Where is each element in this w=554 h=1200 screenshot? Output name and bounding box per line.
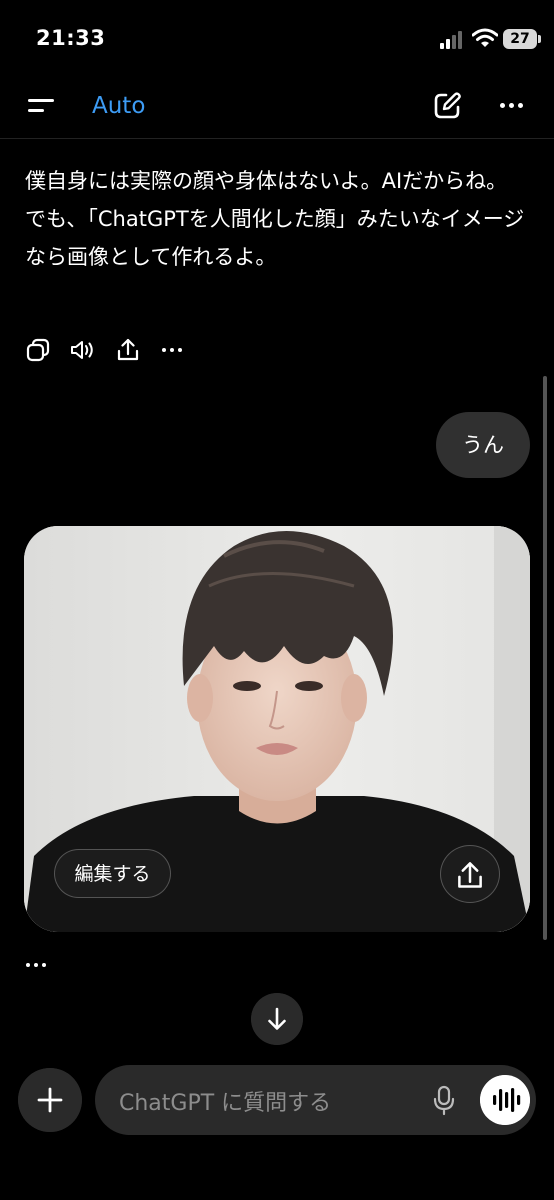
- battery-nub: [538, 35, 541, 43]
- read-aloud-icon[interactable]: [69, 337, 95, 363]
- cellular-signal-icon: [440, 31, 464, 49]
- plus-icon[interactable]: [18, 1068, 82, 1132]
- model-selector[interactable]: Auto: [92, 93, 145, 119]
- header-divider: [0, 138, 554, 139]
- more-horizontal-icon[interactable]: [498, 103, 528, 111]
- assistant-message-line: 僕自身には実際の顔や身体はないよ。AIだからね。: [25, 169, 508, 193]
- share-icon[interactable]: [440, 845, 500, 903]
- voice-mode-icon[interactable]: [480, 1075, 530, 1125]
- wifi-icon: [472, 28, 498, 47]
- compose-icon[interactable]: [432, 91, 462, 121]
- menu-icon[interactable]: [26, 92, 58, 122]
- message-input[interactable]: ChatGPT に質問する: [119, 1085, 331, 1117]
- more-horizontal-icon[interactable]: [26, 963, 50, 969]
- more-horizontal-icon[interactable]: [162, 337, 188, 363]
- scrollbar[interactable]: [543, 376, 547, 940]
- battery-indicator: 27: [503, 29, 537, 49]
- edit-image-button[interactable]: 編集する: [54, 849, 171, 898]
- user-message-bubble: うん: [436, 412, 530, 478]
- share-icon[interactable]: [115, 337, 141, 363]
- arrow-down-icon[interactable]: [251, 993, 303, 1045]
- status-time: 21:33: [36, 26, 106, 50]
- assistant-message: 僕自身には実際の顔や身体はないよ。AIだからね。 でも、「ChatGPTを人間化…: [25, 162, 525, 276]
- microphone-icon[interactable]: [430, 1084, 458, 1116]
- copy-icon[interactable]: [25, 337, 51, 363]
- assistant-message-line: でも、「ChatGPTを人間化した顔」みたいなイメージなら画像として作れるよ。: [25, 207, 525, 269]
